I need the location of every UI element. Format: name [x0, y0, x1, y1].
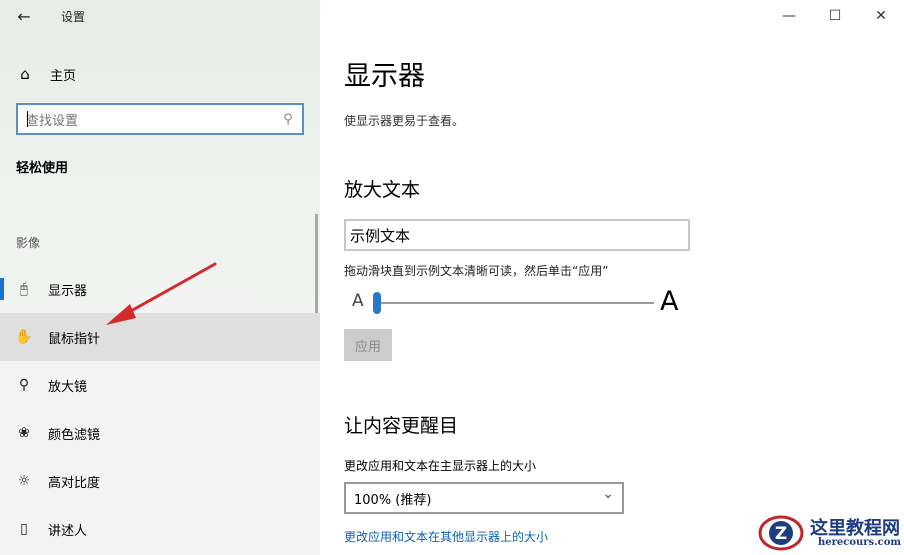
window-controls: — ☐ ✕ [766, 0, 904, 32]
page-title: 显示器 [344, 61, 425, 92]
sidebar-item-magnifier[interactable]: ⚲ 放大镜 [0, 361, 320, 409]
other-displays-link[interactable]: 更改应用和文本在其他显示器上的大小 [344, 528, 548, 545]
page-description: 使显示器更易于查看。 [344, 114, 465, 128]
narrator-icon: ▯ [20, 521, 28, 537]
group-label: 影像 [16, 236, 41, 250]
search-input[interactable]: 查找设置 [18, 110, 274, 129]
chevron-down-icon: ⌄ [602, 486, 614, 502]
back-button[interactable]: ← [0, 0, 48, 32]
sidebar-item-narrator[interactable]: ▯ 讲述人 [0, 505, 320, 553]
sidebar-item-label: 显示器 [48, 283, 88, 299]
slider-thumb[interactable] [373, 292, 381, 314]
scale-label: 更改应用和文本在主显示器上的大小 [344, 459, 537, 473]
home-label: 主页 [50, 68, 77, 84]
back-arrow-icon: ← [17, 6, 31, 26]
sidebar-item-label: 颜色滤镜 [48, 427, 101, 443]
sidebar-item-label: 高对比度 [48, 475, 101, 491]
apply-button[interactable]: 应用 [344, 329, 392, 361]
search-box[interactable]: 查找设置 ⚲ [16, 103, 304, 135]
close-icon: ✕ [875, 8, 887, 24]
magnifier-icon: ⚲ [18, 377, 30, 393]
sample-text-preview: 示例文本 [344, 219, 690, 251]
high-contrast-icon: ☼ [17, 473, 31, 489]
slider-hint: 拖动滑块直到示例文本清晰可读，然后单击“应用” [344, 264, 609, 278]
sidebar-item-label: 鼠标指针 [48, 331, 101, 347]
slider-max-label: A [660, 286, 679, 317]
svg-text:Z: Z [775, 524, 787, 544]
slider-track[interactable] [374, 302, 654, 304]
monitor-icon: 🖰 [19, 281, 29, 297]
slider-min-label: A [352, 291, 364, 311]
window-title: 设置 [61, 9, 86, 24]
minimize-icon: — [782, 8, 796, 24]
watermark-url: herecours.com [818, 537, 902, 548]
main-content: — ☐ ✕ 显示器 使显示器更易于查看。 放大文本 示例文本 拖动滑块直到示例文… [320, 0, 904, 555]
text-caret [27, 111, 28, 127]
sidebar-item-color-filters[interactable]: ❀ 颜色滤镜 [0, 409, 320, 457]
watermark-logo-icon: Z [758, 515, 804, 551]
title-bar: ← 设置 [0, 0, 320, 32]
maximize-icon: ☐ [828, 8, 842, 24]
maximize-button[interactable]: ☐ [812, 0, 858, 32]
minimize-button[interactable]: — [766, 0, 812, 32]
color-filter-icon: ❀ [18, 425, 30, 441]
sidebar-item-label: 讲述人 [48, 523, 88, 539]
search-icon[interactable]: ⚲ [274, 112, 302, 127]
make-bigger-heading: 让内容更醒目 [344, 415, 459, 437]
scale-dropdown[interactable]: 100% (推荐) ⌄ [344, 482, 624, 514]
text-size-slider: A A [344, 284, 684, 320]
section-title: 轻松使用 [16, 161, 69, 176]
home-icon: ⌂ [20, 65, 30, 83]
scale-dropdown-value: 100% (推荐) [354, 492, 432, 508]
mouse-pointer-icon: ✋ [15, 329, 33, 345]
watermark: Z 这里教程网 herecours.com [758, 512, 904, 555]
sidebar-item-high-contrast[interactable]: ☼ 高对比度 [0, 457, 320, 505]
close-button[interactable]: ✕ [858, 0, 904, 32]
sidebar-item-label: 放大镜 [48, 379, 88, 395]
enlarge-text-heading: 放大文本 [344, 179, 421, 201]
annotation-arrow-icon [106, 262, 217, 325]
home-nav-item[interactable]: ⌂ 主页 [0, 58, 320, 90]
